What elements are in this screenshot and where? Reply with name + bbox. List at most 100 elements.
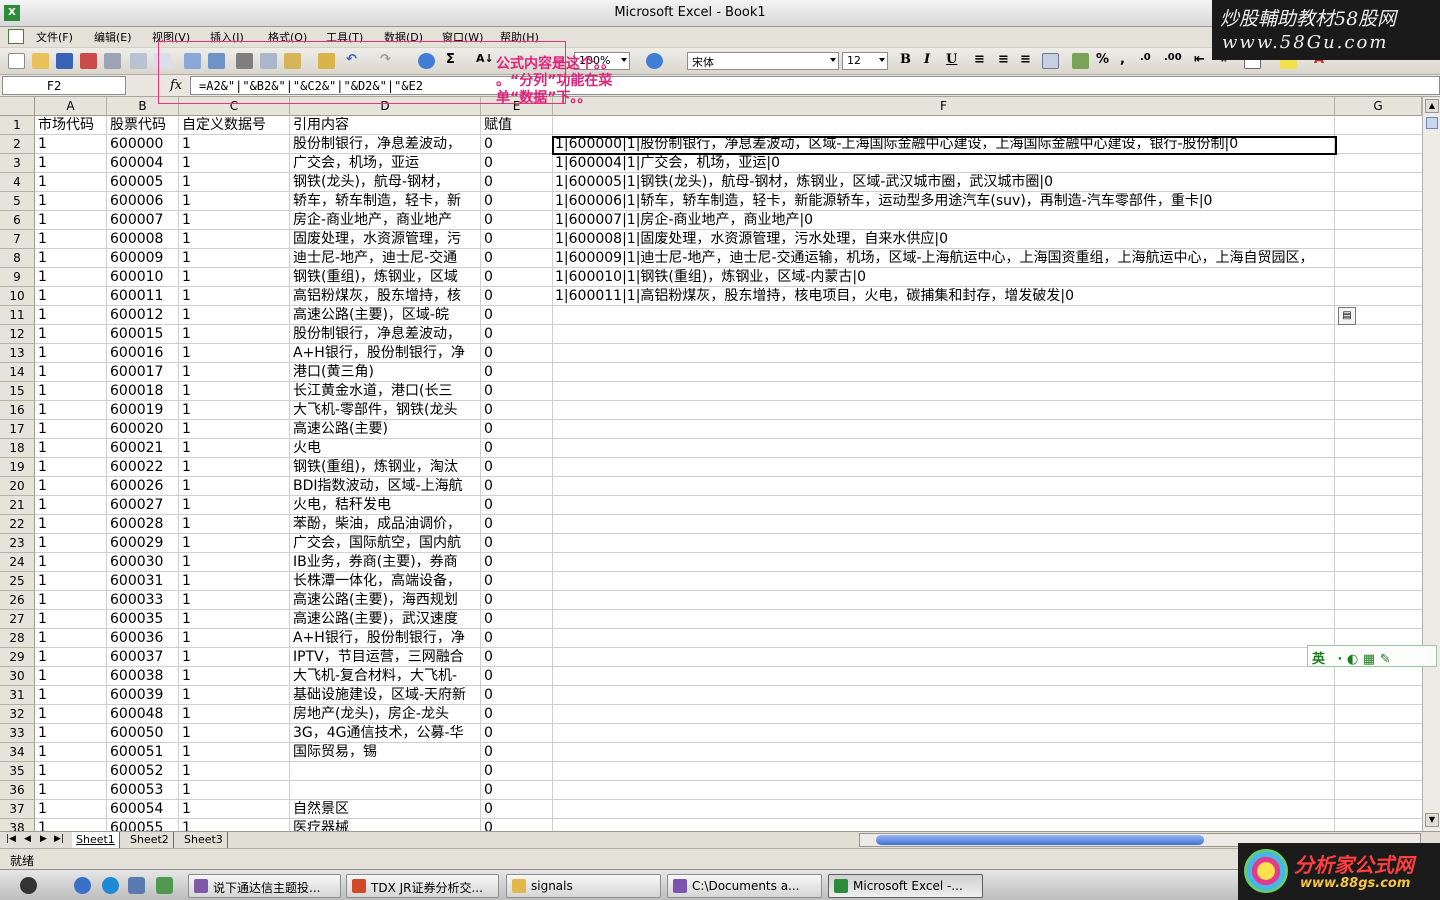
align-center-icon[interactable]: ≡ (998, 52, 1009, 67)
cell-e[interactable]: 0 (481, 591, 553, 610)
cell-a[interactable]: 1 (35, 705, 107, 724)
row-header[interactable]: 10 (0, 287, 35, 306)
cell-e[interactable]: 0 (481, 553, 553, 572)
align-right-icon[interactable]: ≡ (1020, 52, 1031, 67)
cell-f-concatenated[interactable]: 1|600008|1|固废处理，水资源管理，污水处理，自来水供应|0 (553, 230, 1422, 249)
cell-b[interactable]: 600052 (107, 762, 179, 781)
row-header[interactable]: 20 (0, 477, 35, 496)
decrease-indent-icon[interactable]: ⇤ (1194, 52, 1205, 67)
cell-f-concatenated[interactable]: 1|600007|1|房企-商业地产，商业地产|0 (553, 211, 1422, 230)
cell-a[interactable]: 1 (35, 268, 107, 287)
cell-e[interactable]: 0 (481, 458, 553, 477)
row-header[interactable]: 7 (0, 230, 35, 249)
cell-b[interactable]: 600029 (107, 534, 179, 553)
column-header-a[interactable]: A (35, 97, 107, 116)
align-left-icon[interactable]: ≡ (974, 52, 985, 67)
cell-a[interactable]: 1 (35, 819, 107, 831)
sheet-tab-2[interactable]: Sheet2 (126, 832, 174, 848)
cell-a[interactable]: 1 (35, 496, 107, 515)
row-header[interactable]: 35 (0, 762, 35, 781)
cell-b[interactable]: 600051 (107, 743, 179, 762)
percent-icon[interactable]: % (1096, 52, 1109, 67)
save-icon[interactable] (56, 53, 73, 69)
cell-d[interactable]: 长江黄金水道，港口(长三 (290, 382, 481, 401)
row-header[interactable]: 12 (0, 325, 35, 344)
cell-a[interactable]: 市场代码 (35, 116, 107, 135)
cell-f-concatenated[interactable]: 1|600006|1|轿车，轿车制造，轻卡，新能源轿车，运动型多用途汽车(suv… (553, 192, 1422, 211)
row-header[interactable]: 26 (0, 591, 35, 610)
workbook-icon[interactable] (8, 29, 24, 44)
cell-a[interactable]: 1 (35, 762, 107, 781)
cell-d[interactable]: 基础设施建设，区域-天府新 (290, 686, 481, 705)
open-icon[interactable] (32, 53, 49, 69)
row-header[interactable]: 37 (0, 800, 35, 819)
sheet-tab-1[interactable]: Sheet1 (72, 832, 120, 848)
cell-e[interactable]: 0 (481, 192, 553, 211)
cell-b[interactable]: 600011 (107, 287, 179, 306)
cell-b[interactable]: 600015 (107, 325, 179, 344)
cell-e[interactable]: 0 (481, 572, 553, 591)
print-preview-icon[interactable] (130, 53, 147, 69)
cell-a[interactable]: 1 (35, 382, 107, 401)
cell-d[interactable]: 轿车，轿车制造，轻卡，新 (290, 192, 481, 211)
row-header[interactable]: 2 (0, 135, 35, 154)
cell-c[interactable]: 1 (179, 819, 290, 831)
column-header-g[interactable]: G (1335, 97, 1422, 116)
cell-e[interactable]: 0 (481, 154, 553, 173)
cell-b[interactable]: 600021 (107, 439, 179, 458)
cell-d[interactable]: 高速公路(主要)，海西规划 (290, 591, 481, 610)
row-header[interactable]: 15 (0, 382, 35, 401)
row-header[interactable]: 18 (0, 439, 35, 458)
row-header[interactable]: 25 (0, 572, 35, 591)
cell-c[interactable]: 1 (179, 743, 290, 762)
italic-button[interactable]: I (924, 52, 930, 67)
cell-e[interactable]: 0 (481, 306, 553, 325)
cell-d[interactable]: 钢铁(龙头)，航母-钢材， (290, 173, 481, 192)
taskbar-item-forum[interactable]: 说下通达信主题投... (188, 874, 341, 898)
cell-e[interactable]: 0 (481, 515, 553, 534)
horizontal-scroll-thumb[interactable] (876, 835, 1204, 845)
cell-e[interactable]: 0 (481, 781, 553, 800)
cell-c[interactable]: 1 (179, 515, 290, 534)
cell-d[interactable]: 房地产(龙头)，房企-龙头 (290, 705, 481, 724)
first-sheet-icon[interactable]: |◀ (6, 834, 16, 844)
cell-a[interactable]: 1 (35, 629, 107, 648)
quicklaunch-icon[interactable] (156, 877, 173, 894)
bold-button[interactable]: B (900, 52, 911, 67)
cell-b[interactable]: 600009 (107, 249, 179, 268)
cell-b[interactable]: 600030 (107, 553, 179, 572)
taskbar-item-excel[interactable]: Microsoft Excel -... (828, 874, 983, 898)
cell-d[interactable]: 钢铁(重组)，炼钢业，淘汰 (290, 458, 481, 477)
cell-c[interactable]: 1 (179, 439, 290, 458)
prev-sheet-icon[interactable]: ◀ (24, 834, 31, 844)
cell-b[interactable]: 600006 (107, 192, 179, 211)
browser-icon[interactable] (74, 877, 91, 894)
row-header[interactable]: 13 (0, 344, 35, 363)
cell-e[interactable]: 0 (481, 629, 553, 648)
cell-b[interactable]: 股票代码 (107, 116, 179, 135)
scroll-up-icon[interactable]: ▲ (1425, 99, 1439, 113)
cell-a[interactable]: 1 (35, 553, 107, 572)
cell-b[interactable]: 600007 (107, 211, 179, 230)
taskbar-item-signals[interactable]: signals (506, 874, 661, 898)
cell-e[interactable]: 0 (481, 211, 553, 230)
cell-a[interactable]: 1 (35, 515, 107, 534)
cell-d[interactable]: 股份制银行，净息差波动， (290, 325, 481, 344)
cell-c[interactable]: 1 (179, 249, 290, 268)
permission-icon[interactable] (80, 53, 97, 69)
cell-f-concatenated[interactable]: 1|600004|1|广交会，机场，亚运|0 (553, 154, 1422, 173)
cell-c[interactable]: 1 (179, 591, 290, 610)
cell-e[interactable]: 0 (481, 743, 553, 762)
cell-d[interactable]: 广交会，国际航空，国内航 (290, 534, 481, 553)
cell-b[interactable]: 600028 (107, 515, 179, 534)
cell-e[interactable]: 0 (481, 173, 553, 192)
row-header[interactable]: 33 (0, 724, 35, 743)
cell-e[interactable]: 赋值 (481, 116, 553, 135)
cell-b[interactable]: 600050 (107, 724, 179, 743)
cell-e[interactable]: 0 (481, 648, 553, 667)
vertical-scroll-thumb[interactable] (1426, 117, 1438, 129)
row-header[interactable]: 23 (0, 534, 35, 553)
cell-c[interactable]: 1 (179, 230, 290, 249)
cell-d[interactable]: 大飞机-复合材料，大飞机- (290, 667, 481, 686)
cell-d[interactable]: 医疗器械 (290, 819, 481, 831)
